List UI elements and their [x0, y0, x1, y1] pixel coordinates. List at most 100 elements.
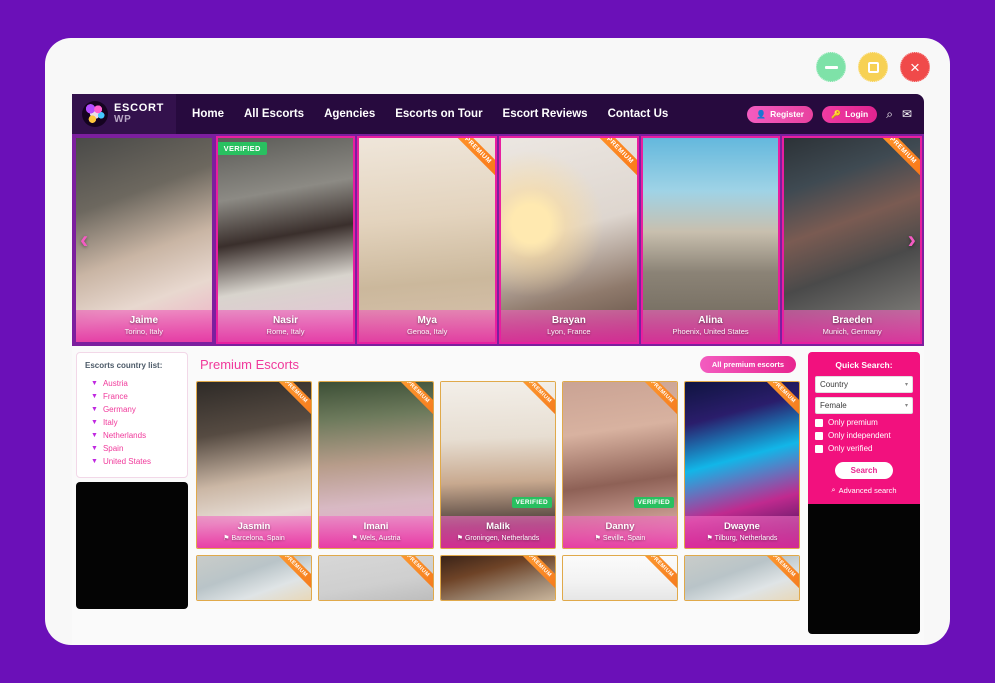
chevron-down-icon: ▼ — [91, 419, 98, 426]
card-caption: Dwayne ⚑ Tilburg, Netherlands — [685, 516, 799, 548]
website-viewport: ESCORT WP Home All Escorts Agencies Esco… — [72, 94, 924, 645]
escort-card[interactable]: PREMIUM — [318, 555, 434, 601]
chevron-down-icon: ▼ — [91, 380, 98, 387]
carousel-slide[interactable]: Alina Phoenix, United States — [640, 136, 781, 344]
nav-item-escorts-on-tour[interactable]: Escorts on Tour — [395, 108, 482, 120]
nav-item-home[interactable]: Home — [192, 108, 224, 120]
quick-search-title: Quick Search: — [835, 360, 893, 370]
card-caption: Malik ⚑ Groningen, Netherlands — [441, 516, 555, 548]
escort-card[interactable]: PREMIUM — [440, 555, 556, 601]
chevron-down-icon: ▼ — [91, 406, 98, 413]
card-name: Jasmin — [237, 521, 271, 532]
carousel-slide[interactable]: Jaime Torino, Italy — [74, 136, 214, 344]
chevron-down-icon: ▾ — [904, 403, 908, 409]
close-button[interactable]: × — [900, 52, 930, 82]
login-button[interactable]: 🔑 Login — [822, 105, 878, 123]
only-premium-checkbox[interactable]: Only premium — [815, 418, 913, 427]
country-item-spain[interactable]: ▼ Spain — [85, 442, 179, 455]
advanced-search-link[interactable]: ⌕ Advanced search — [815, 485, 913, 495]
logo-mark-icon — [82, 101, 108, 127]
nav-item-agencies[interactable]: Agencies — [324, 108, 375, 120]
logo-text: ESCORT WP — [114, 103, 164, 125]
slide-name: Alina — [698, 315, 723, 326]
escort-card[interactable]: PREMIUM Dwayne ⚑ Tilburg, Netherlands — [684, 381, 800, 549]
carousel-slide[interactable]: PREMIUM Braeden Munich, Germany — [782, 136, 923, 344]
page-title: Premium Escorts — [200, 357, 299, 372]
nav-item-escort-reviews[interactable]: Escort Reviews — [503, 108, 588, 120]
escort-card[interactable]: PREMIUM VERIFIED Danny ⚑ Seville, Spain — [562, 381, 678, 549]
advanced-search-label: Advanced search — [838, 485, 897, 495]
country-item-france[interactable]: ▼ France — [85, 390, 179, 403]
slide-location: Genoa, Italy — [406, 327, 448, 336]
checkbox-label: Only verified — [828, 444, 873, 453]
slide-name: Braeden — [832, 315, 873, 326]
country-item-austria[interactable]: ▼ Austria — [85, 377, 179, 390]
slide-caption: Braeden Munich, Germany — [784, 310, 921, 342]
page-body: Escorts country list: ▼ Austria ▼ France… — [72, 346, 924, 645]
checkbox-box — [815, 431, 823, 440]
escort-card[interactable]: PREMIUM VERIFIED Malik ⚑ Groningen, Neth… — [440, 381, 556, 549]
country-item-netherlands[interactable]: ▼ Netherlands — [85, 429, 179, 442]
maximize-button[interactable] — [858, 52, 888, 82]
search-icon[interactable]: ⌕ — [886, 108, 893, 120]
country-select[interactable]: Country ▾ — [815, 376, 913, 393]
search-button[interactable]: Search — [834, 462, 894, 479]
nav-item-all-escorts[interactable]: All Escorts — [244, 108, 304, 120]
country-item-italy[interactable]: ▼ Italy — [85, 416, 179, 429]
card-location-text: Wels, Austria — [359, 535, 401, 542]
card-location: ⚑ Groningen, Netherlands — [444, 534, 552, 542]
checkbox-box — [815, 418, 823, 427]
card-location-text: Barcelona, Spain — [231, 535, 285, 542]
pin-icon: ⚑ — [223, 535, 230, 542]
verified-badge: VERIFIED — [633, 497, 674, 508]
logo-line-1: ESCORT — [114, 102, 165, 114]
only-independent-checkbox[interactable]: Only independent — [815, 431, 913, 440]
carousel-slide[interactable]: PREMIUM Mya Genoa, Italy — [357, 136, 498, 344]
card-location-text: Tilburg, Netherlands — [714, 535, 778, 542]
left-ad-placeholder[interactable] — [76, 482, 188, 609]
nav-links: Home All Escorts Agencies Escorts on Tou… — [192, 108, 668, 120]
carousel-next-icon[interactable]: › — [908, 227, 916, 253]
gender-select[interactable]: Female ▾ — [815, 397, 913, 414]
escort-card[interactable]: PREMIUM — [684, 555, 800, 601]
card-caption: Jasmin ⚑ Barcelona, Spain — [197, 516, 311, 548]
carousel-slide[interactable]: PREMIUM Brayan Lyon, France — [499, 136, 639, 344]
key-icon: 🔑 — [831, 109, 842, 119]
carousel-slide[interactable]: VERIFIED Nasir Rome, Italy — [215, 136, 356, 344]
card-location-text: Groningen, Netherlands — [464, 535, 540, 542]
minimize-button[interactable] — [816, 52, 846, 82]
gender-select-value: Female — [820, 401, 847, 410]
carousel-prev-icon[interactable]: ‹ — [80, 227, 88, 253]
chevron-down-icon: ▼ — [91, 458, 98, 465]
hero-carousel: ‹ › Jaime Torino, Italy VERIFIED Nasir R… — [72, 134, 924, 346]
escort-card[interactable]: PREMIUM — [562, 555, 678, 601]
slide-caption: Nasir Rome, Italy — [217, 310, 354, 342]
right-ad-placeholder[interactable] — [808, 504, 920, 634]
country-item-germany[interactable]: ▼ Germany — [85, 403, 179, 416]
left-sidebar: Escorts country list: ▼ Austria ▼ France… — [76, 352, 188, 645]
escort-card[interactable]: PREMIUM Imani ⚑ Wels, Austria — [318, 381, 434, 549]
card-caption: Imani ⚑ Wels, Austria — [319, 516, 433, 548]
login-label: Login — [845, 109, 869, 119]
only-verified-checkbox[interactable]: Only verified — [815, 444, 913, 453]
country-item-united-states[interactable]: ▼ United States — [85, 455, 179, 468]
mail-icon[interactable]: ✉ — [902, 108, 912, 120]
country-list-title: Escorts country list: — [85, 361, 163, 370]
search-icon: ⌕ — [831, 485, 836, 494]
country-label: United States — [102, 457, 151, 466]
country-label: Germany — [102, 405, 136, 414]
right-sidebar: Quick Search: Country ▾ Female ▾ Only pr… — [808, 352, 920, 645]
site-logo[interactable]: ESCORT WP — [72, 94, 177, 134]
close-icon: × — [910, 57, 920, 77]
all-premium-escorts-button[interactable]: All premium escorts — [699, 356, 796, 373]
browser-window: × ESCORT WP Home All Escorts Agencies Es… — [45, 38, 950, 645]
slide-name: Nasir — [273, 315, 299, 326]
window-controls: × — [816, 52, 930, 82]
country-label: Austria — [102, 379, 128, 388]
nav-item-contact-us[interactable]: Contact Us — [608, 108, 669, 120]
register-button[interactable]: 👤 Register — [747, 105, 814, 123]
maximize-icon — [867, 61, 879, 73]
escort-card[interactable]: PREMIUM Jasmin ⚑ Barcelona, Spain — [196, 381, 312, 549]
escort-card[interactable]: PREMIUM — [196, 555, 312, 601]
card-name: Imani — [363, 521, 389, 532]
